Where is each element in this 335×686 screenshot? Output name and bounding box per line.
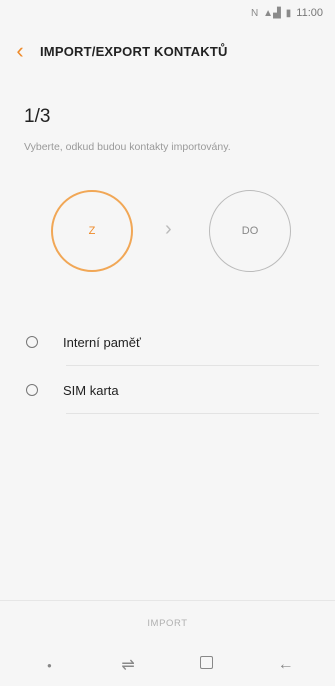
chevron-left-icon: ‹ bbox=[16, 38, 24, 63]
back-icon[interactable]: ← bbox=[266, 656, 306, 674]
source-circle[interactable]: Z bbox=[51, 190, 133, 272]
battery-icon: ▮ bbox=[285, 7, 292, 19]
source-label: Z bbox=[88, 225, 96, 237]
option-label: SIM karta bbox=[63, 382, 119, 398]
source-options-list: Interní paměť SIM karta bbox=[0, 318, 335, 414]
app-header: ‹ IMPORT/EXPORT KONTAKTŮ bbox=[0, 36, 335, 66]
option-sim-card[interactable]: SIM karta bbox=[0, 366, 335, 414]
radio-button[interactable] bbox=[26, 384, 38, 396]
option-label: Interní paměť bbox=[63, 334, 141, 350]
source-destination-flow: Z › DO bbox=[0, 190, 335, 275]
navigation-bar: ● ⇌ ← bbox=[0, 644, 335, 686]
status-bar: N ▲▟ ▮ 11:00 bbox=[0, 0, 335, 26]
home-icon[interactable] bbox=[187, 656, 227, 674]
import-button[interactable]: IMPORT bbox=[147, 618, 187, 629]
divider bbox=[66, 413, 319, 414]
radio-button[interactable] bbox=[26, 336, 38, 348]
nfc-icon: N bbox=[250, 7, 259, 19]
status-time: 11:00 bbox=[296, 7, 323, 19]
step-hint: Vyberte, odkud budou kontakty importován… bbox=[24, 141, 231, 153]
option-internal-memory[interactable]: Interní paměť bbox=[0, 318, 335, 366]
page-title: IMPORT/EXPORT KONTAKTŮ bbox=[40, 43, 228, 59]
back-button[interactable]: ‹ bbox=[0, 36, 40, 66]
recent-apps-icon[interactable]: ⇌ bbox=[108, 655, 148, 675]
signal-icon: ▲▟ bbox=[263, 7, 281, 19]
bottom-action-bar: IMPORT bbox=[0, 600, 335, 645]
dot-icon[interactable]: ● bbox=[29, 661, 69, 670]
chevron-right-icon: › bbox=[165, 218, 172, 240]
destination-circle[interactable]: DO bbox=[209, 190, 291, 272]
destination-label: DO bbox=[241, 225, 259, 237]
step-indicator: 1/3 bbox=[24, 106, 51, 127]
